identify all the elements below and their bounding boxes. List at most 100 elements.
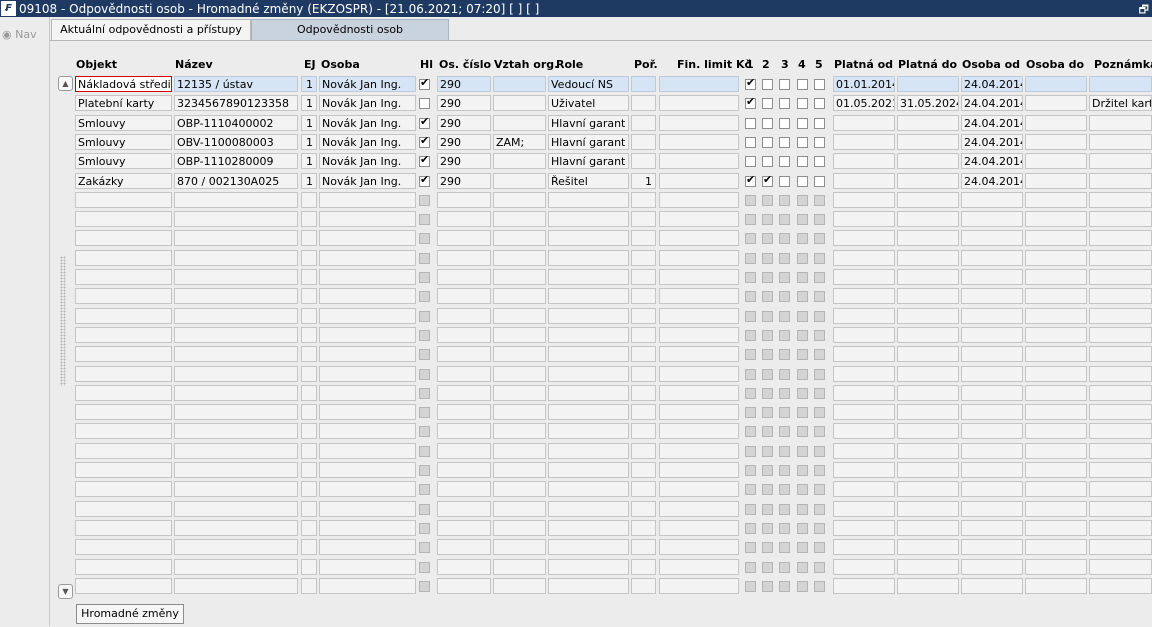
flag-1-checkbox[interactable] <box>745 95 756 109</box>
flag-3-checkbox[interactable] <box>779 137 790 148</box>
cell-os-cislo[interactable] <box>437 423 491 439</box>
cell-objekt[interactable] <box>75 211 172 227</box>
cell-os-cislo[interactable] <box>437 288 491 304</box>
cell-role[interactable] <box>548 539 629 555</box>
cell-os-cislo[interactable] <box>437 366 491 382</box>
cell-poznamka[interactable] <box>1089 76 1152 92</box>
cell-osoba-do[interactable] <box>1025 385 1087 401</box>
cell-osoba[interactable] <box>319 250 416 266</box>
cell-platna-od[interactable] <box>833 308 895 324</box>
flag-1-checkbox[interactable] <box>745 137 756 148</box>
cell-vztah[interactable] <box>493 385 546 401</box>
cell-nazev[interactable] <box>174 327 298 343</box>
cell-limit[interactable] <box>659 230 739 246</box>
cell-poznamka[interactable] <box>1089 520 1152 536</box>
cell-platna-do[interactable] <box>897 501 959 517</box>
cell-limit[interactable] <box>659 462 739 478</box>
cell-vztah[interactable] <box>493 95 546 111</box>
cell-platna-do[interactable] <box>897 327 959 343</box>
cell-vztah[interactable] <box>493 481 546 497</box>
cell-osoba-od[interactable] <box>961 366 1023 382</box>
cell-limit[interactable] <box>659 76 739 92</box>
flag-4-checkbox[interactable] <box>797 137 808 148</box>
cell-os-cislo[interactable]: 290 <box>437 134 491 150</box>
cell-vztah[interactable] <box>493 115 546 131</box>
cell-role[interactable] <box>548 423 629 439</box>
cell-osoba[interactable] <box>319 462 416 478</box>
cell-os-cislo[interactable]: 290 <box>437 95 491 111</box>
cell-osoba-do[interactable] <box>1025 404 1087 420</box>
scroll-down-icon[interactable]: ▼ <box>58 584 73 599</box>
cell-osoba-od[interactable] <box>961 250 1023 266</box>
cell-objekt[interactable] <box>75 250 172 266</box>
cell-vztah[interactable] <box>493 462 546 478</box>
cell-osoba-od[interactable] <box>961 578 1023 594</box>
hl-checkbox[interactable] <box>419 153 430 167</box>
cell-role[interactable]: Hlavní garant <box>548 134 629 150</box>
cell-osoba-do[interactable] <box>1025 192 1087 208</box>
cell-vztah[interactable] <box>493 211 546 227</box>
cell-nazev[interactable]: 870 / 002130A025 <box>174 173 298 189</box>
cell-os-cislo[interactable] <box>437 404 491 420</box>
cell-objekt[interactable] <box>75 559 172 575</box>
cell-limit[interactable] <box>659 366 739 382</box>
cell-poznamka[interactable] <box>1089 327 1152 343</box>
cell-objekt[interactable] <box>75 288 172 304</box>
cell-osoba-do[interactable] <box>1025 250 1087 266</box>
cell-por[interactable] <box>631 76 656 92</box>
flag-4-checkbox[interactable] <box>797 98 808 109</box>
cell-osoba-do[interactable] <box>1025 423 1087 439</box>
cell-os-cislo[interactable]: 290 <box>437 115 491 131</box>
hl-checkbox[interactable] <box>419 173 430 187</box>
cell-vztah[interactable] <box>493 520 546 536</box>
flag-4-checkbox[interactable] <box>797 79 808 90</box>
cell-vztah[interactable] <box>493 578 546 594</box>
cell-nazev[interactable] <box>174 230 298 246</box>
cell-nazev[interactable] <box>174 539 298 555</box>
cell-nazev[interactable] <box>174 288 298 304</box>
cell-osoba-od[interactable]: 24.04.2014 <box>961 153 1023 169</box>
cell-osoba-do[interactable] <box>1025 520 1087 536</box>
cell-platna-do[interactable] <box>897 250 959 266</box>
cell-osoba-od[interactable]: 24.04.2014 <box>961 76 1023 92</box>
cell-poznamka[interactable] <box>1089 423 1152 439</box>
cell-osoba-od[interactable] <box>961 288 1023 304</box>
cell-vztah[interactable] <box>493 559 546 575</box>
cell-vztah[interactable] <box>493 192 546 208</box>
cell-ej[interactable] <box>301 520 317 536</box>
cell-platna-do[interactable] <box>897 559 959 575</box>
cell-os-cislo[interactable] <box>437 481 491 497</box>
cell-platna-od[interactable] <box>833 462 895 478</box>
cell-platna-od[interactable] <box>833 346 895 362</box>
cell-platna-do[interactable] <box>897 539 959 555</box>
cell-ej[interactable] <box>301 288 317 304</box>
cell-objekt[interactable] <box>75 385 172 401</box>
cell-limit[interactable] <box>659 153 739 169</box>
cell-os-cislo[interactable] <box>437 520 491 536</box>
cell-por[interactable] <box>631 327 656 343</box>
cell-nazev[interactable] <box>174 308 298 324</box>
cell-nazev[interactable] <box>174 481 298 497</box>
cell-osoba-do[interactable] <box>1025 230 1087 246</box>
flag-3-checkbox[interactable] <box>779 79 790 90</box>
cell-por[interactable] <box>631 269 656 285</box>
cell-platna-do[interactable] <box>897 192 959 208</box>
cell-os-cislo[interactable]: 290 <box>437 153 491 169</box>
cell-objekt[interactable] <box>75 346 172 362</box>
scrollbar-track[interactable] <box>60 256 66 386</box>
cell-platna-do[interactable] <box>897 153 959 169</box>
cell-osoba-do[interactable] <box>1025 539 1087 555</box>
flag-3-checkbox[interactable] <box>779 118 790 129</box>
cell-os-cislo[interactable] <box>437 211 491 227</box>
cell-ej[interactable]: 1 <box>301 76 317 92</box>
cell-role[interactable]: Vedoucí NS <box>548 76 629 92</box>
cell-osoba-od[interactable]: 24.04.2014 <box>961 115 1023 131</box>
cell-osoba-od[interactable] <box>961 443 1023 459</box>
cell-platna-do[interactable] <box>897 173 959 189</box>
cell-ej[interactable]: 1 <box>301 153 317 169</box>
hl-checkbox[interactable] <box>419 76 430 90</box>
cell-role[interactable] <box>548 327 629 343</box>
cell-nazev[interactable] <box>174 269 298 285</box>
cell-ej[interactable] <box>301 269 317 285</box>
cell-osoba-do[interactable] <box>1025 443 1087 459</box>
